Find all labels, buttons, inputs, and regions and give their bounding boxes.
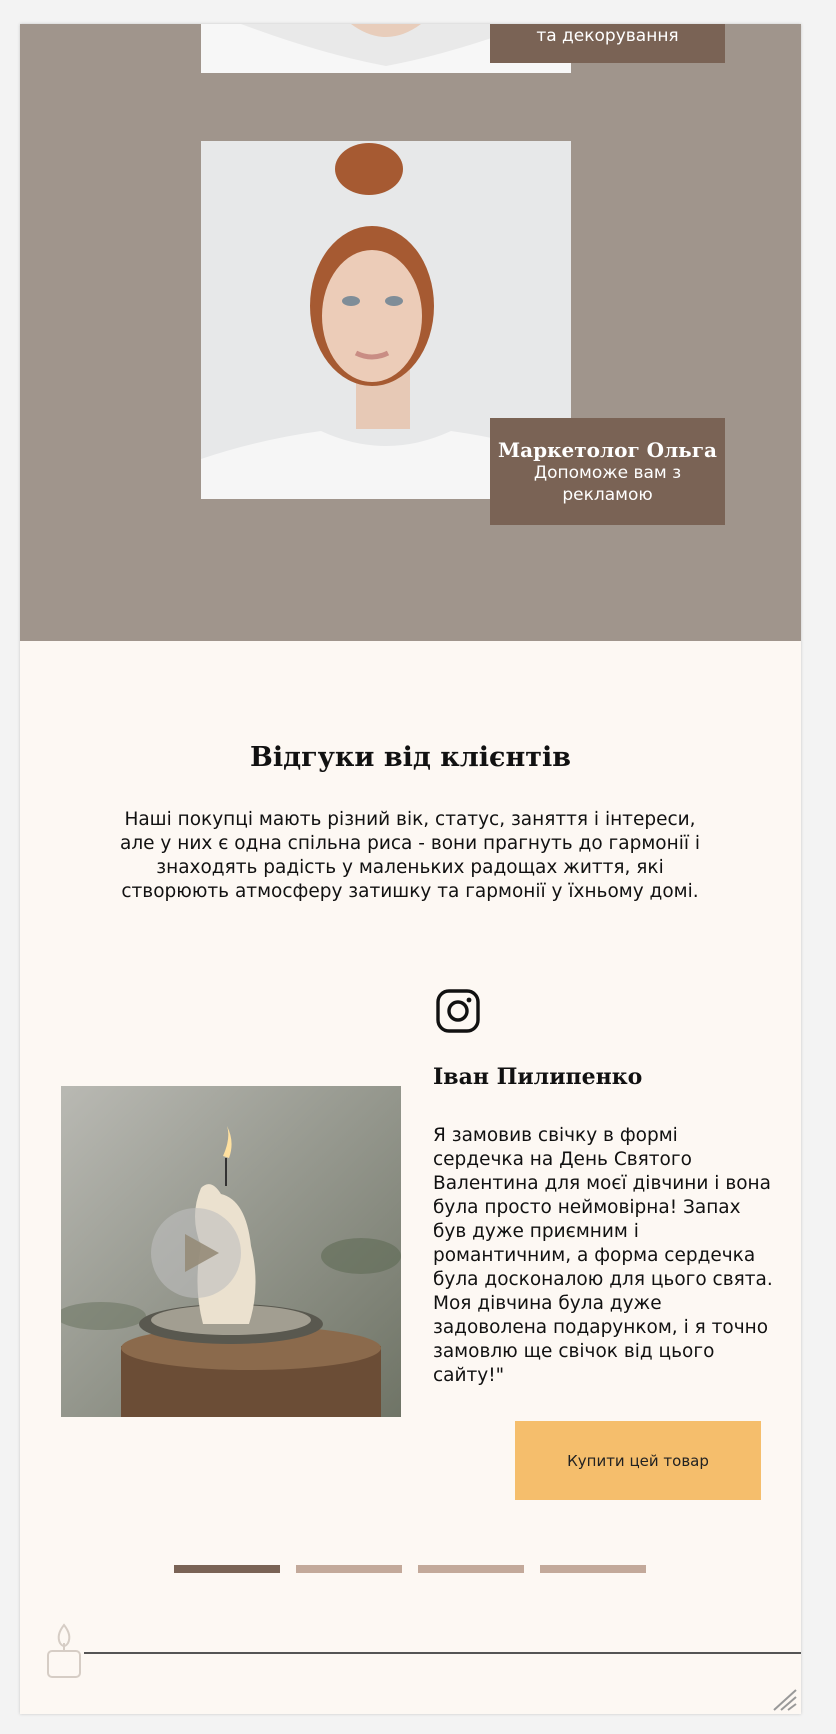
team-section: та декорування Маркетолог Ольга Допоможе… [20,24,801,641]
play-button[interactable] [151,1208,241,1298]
review-text: Я замовив свічку в формі сердечка на Ден… [433,1125,773,1386]
team-tag-1: та декорування [490,24,725,63]
carousel-dot[interactable] [296,1565,402,1573]
reviewer-name: Іван Пилипенко [433,1064,643,1090]
candle-logo-icon [42,1621,86,1683]
reviews-intro: Наші покупці мають різний вік, статус, з… [120,809,700,902]
team-role-2: Допоможе вам з рекламою [533,463,682,505]
carousel-dot[interactable] [540,1565,646,1573]
instagram-icon[interactable] [435,988,481,1034]
team-role-1: та декорування [536,26,679,46]
footer-divider [84,1652,801,1654]
resize-handle-icon[interactable] [772,1688,798,1712]
carousel-dot[interactable] [174,1565,280,1573]
page: та декорування Маркетолог Ольга Допоможе… [20,24,801,1714]
buy-product-button[interactable]: Купити цей товар [515,1421,761,1500]
reviews-title: Відгуки від клієнтів [250,742,571,773]
team-tag-2: Маркетолог Ольга Допоможе вам з рекламою [490,418,725,525]
carousel-dot[interactable] [418,1565,524,1573]
review-video[interactable] [61,1086,401,1417]
team-name-2: Маркетолог Ольга [498,438,717,462]
